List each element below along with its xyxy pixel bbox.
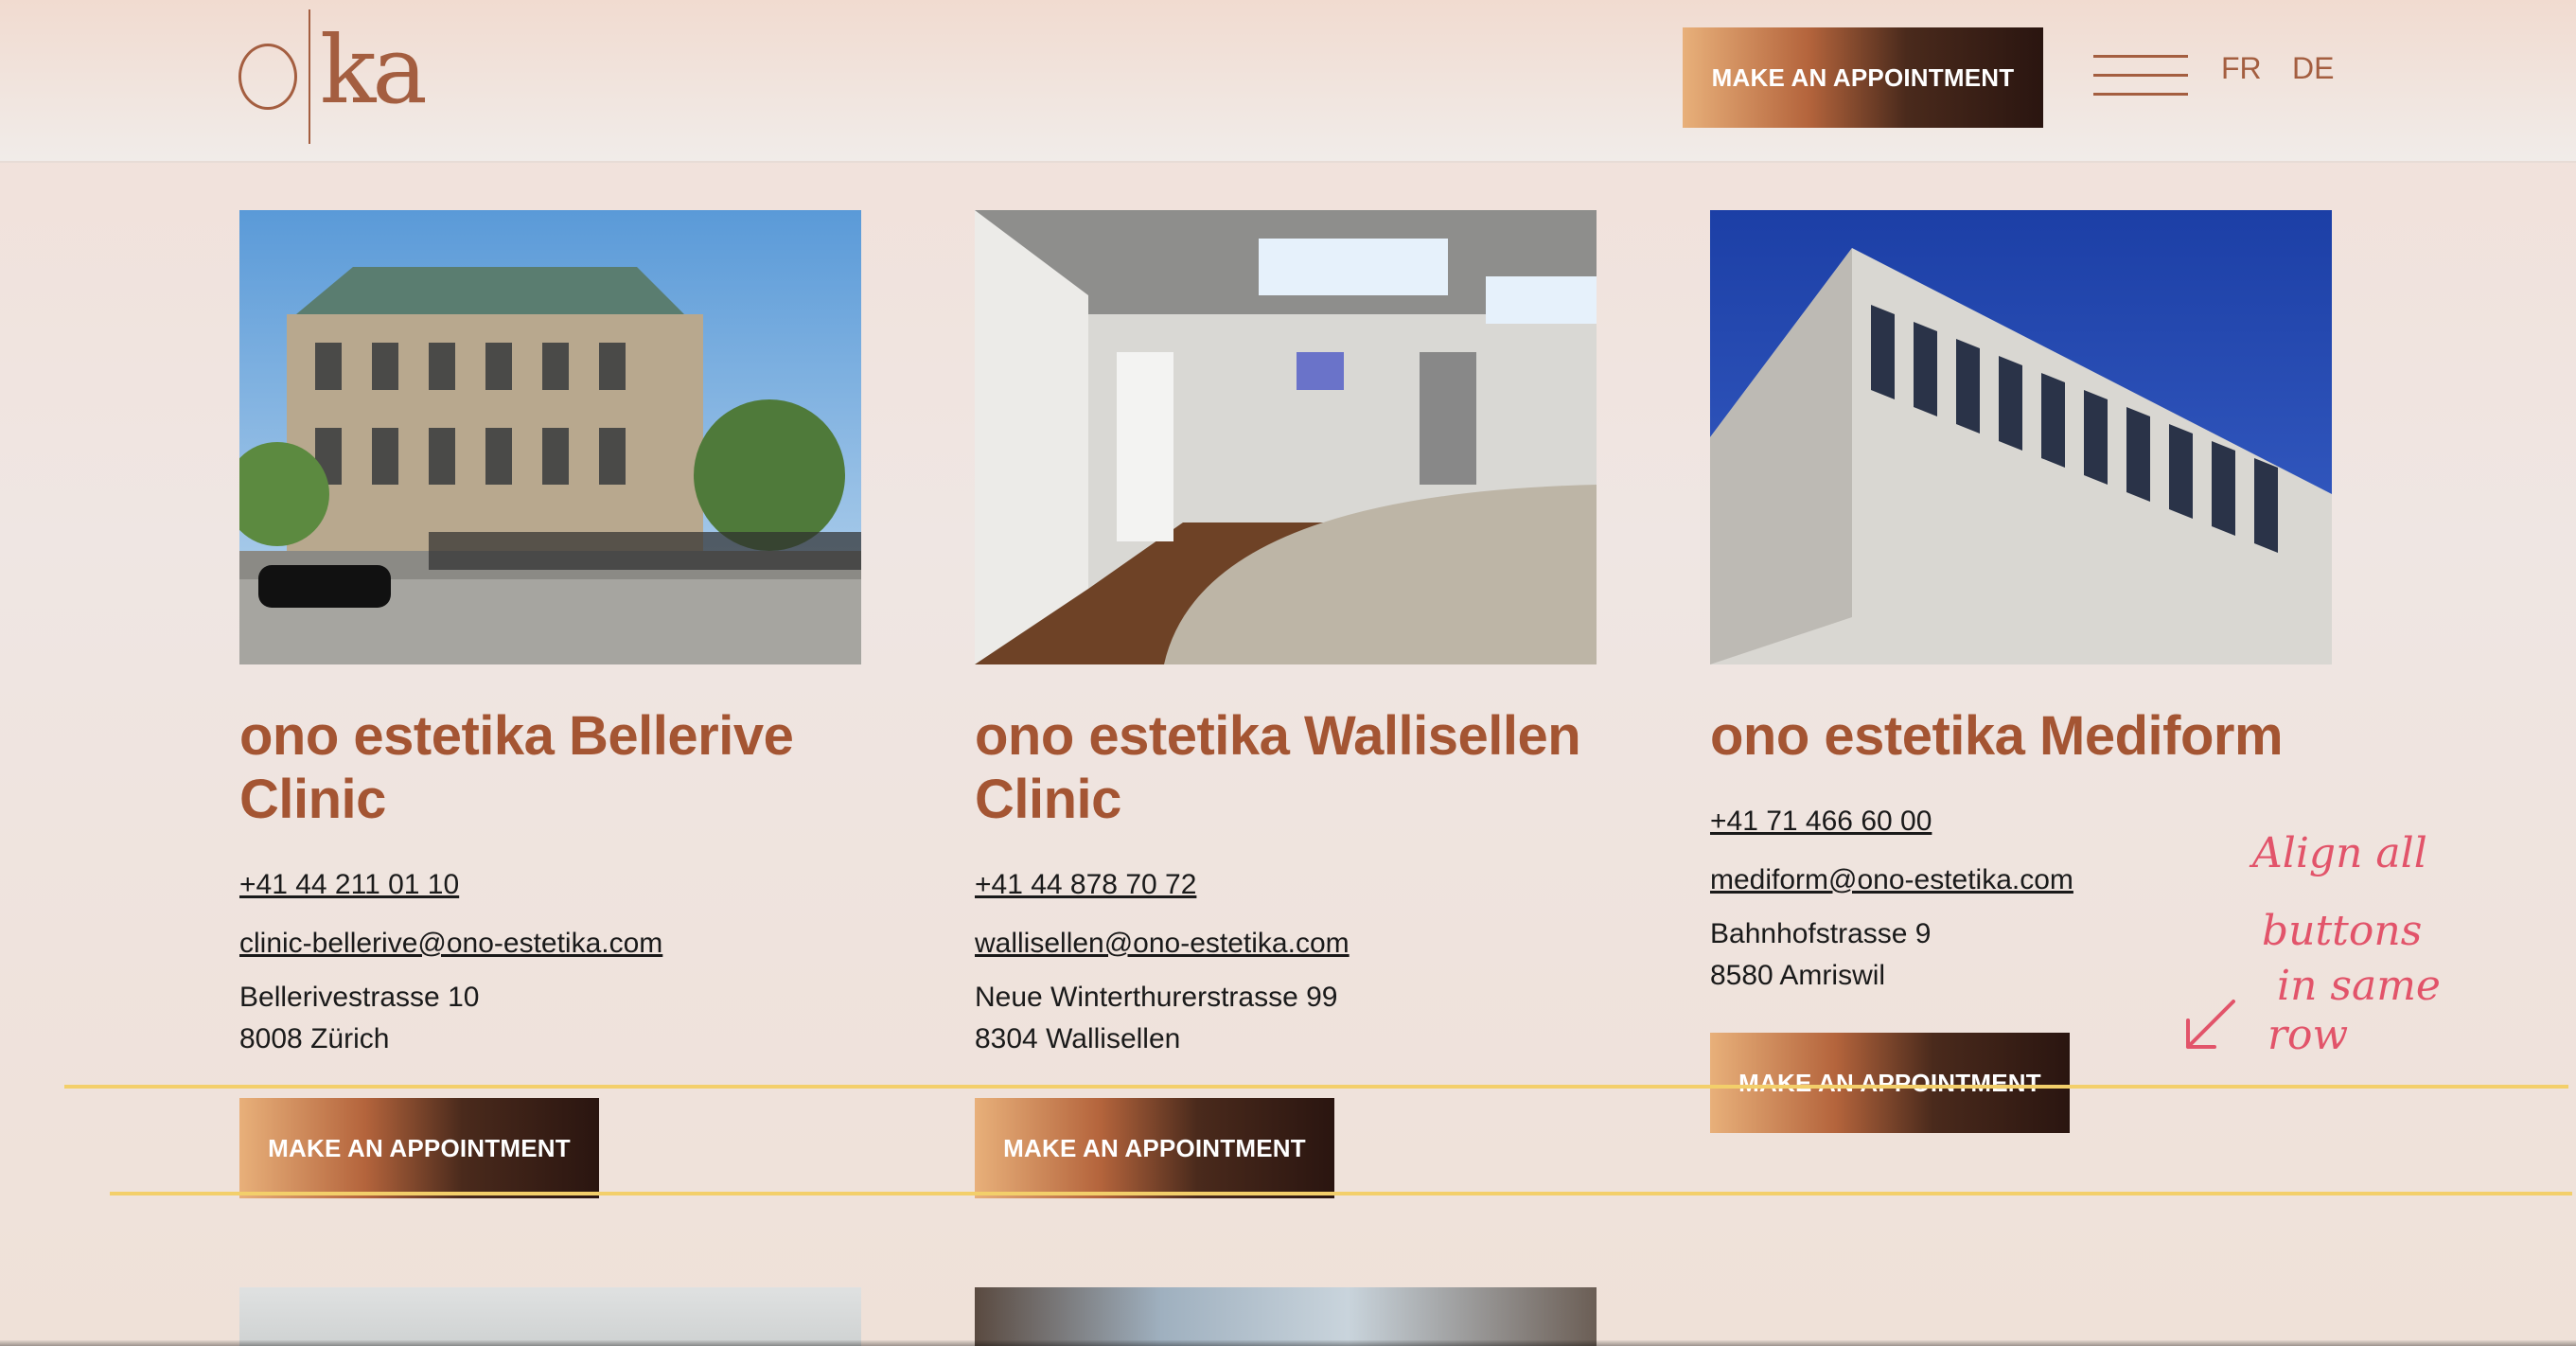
site-header: ka MAKE AN APPOINTMENT FR DE [0,0,2576,163]
clinic-appointment-button[interactable]: MAKE AN APPOINTMENT [239,1098,599,1198]
clinic-street: Neue Winterthurerstrasse 99 [975,982,1338,1013]
next-clinic-photo [975,1287,1597,1346]
clinic-address: Bahnhofstrasse 9 8580 Amriswil [1710,913,2332,997]
clinic-email-link[interactable]: mediform@ono-estetika.com [1710,862,2332,898]
clinic-city: 8580 Amriswil [1710,960,1886,991]
page-bottom-edge [0,1340,2576,1346]
clinic-phone-link[interactable]: +41 71 466 60 00 [1710,804,2332,840]
clinic-address: Bellerivestrasse 10 8008 Zürich [239,977,861,1060]
clinic-appointment-button[interactable]: MAKE AN APPOINTMENT [975,1098,1334,1198]
clinic-title: ono estetika Wallisellen Clinic [975,705,1581,830]
annotation-text: in same [2277,962,2441,1010]
clinic-phone-link[interactable]: +41 44 878 70 72 [975,867,1597,903]
header-appointment-button[interactable]: MAKE AN APPOINTMENT [1683,27,2043,128]
clinic-photo-mediform [1710,210,2332,664]
clinic-phone-link[interactable]: +41 44 211 01 10 [239,867,861,903]
clinic-photo-bellerive [239,210,861,664]
clinic-street: Bahnhofstrasse 9 [1710,918,1932,949]
clinic-title: ono estetika Mediform [1710,705,2284,767]
clinic-email-link[interactable]: clinic-bellerive@ono-estetika.com [239,926,861,962]
clinic-title: ono estetika Bellerive Clinic [239,705,794,830]
alignment-guide-line [64,1085,2568,1089]
annotation-arrow-icon [2186,1000,2235,1049]
menu-icon[interactable] [2093,55,2188,97]
oka-logo[interactable]: ka [238,9,428,144]
clinic-card-wallisellen: ono estetika Wallisellen Clinic +41 44 8… [975,210,1597,1198]
clinic-street: Bellerivestrasse 10 [239,982,480,1013]
clinic-email-link[interactable]: wallisellen@ono-estetika.com [975,926,1597,962]
lang-fr-link[interactable]: FR [2221,51,2262,86]
clinic-city: 8304 Wallisellen [975,1023,1181,1054]
lang-de-link[interactable]: DE [2292,51,2334,86]
annotation-text: row [2267,1011,2349,1059]
next-clinic-photo [239,1287,861,1346]
clinic-address: Neue Winterthurerstrasse 99 8304 Wallise… [975,977,1597,1060]
logo-ka: ka [320,17,428,125]
annotation-text: buttons [2262,907,2423,955]
logo-divider [309,9,310,144]
annotation-text: Align all [2252,829,2427,877]
clinic-city: 8008 Zürich [239,1023,390,1054]
logo-circle [238,44,297,110]
clinic-card-bellerive: ono estetika Bellerive Clinic +41 44 211… [239,210,861,1198]
clinic-photo-wallisellen [975,210,1597,664]
alignment-guide-line [110,1192,2572,1195]
clinic-appointment-button[interactable]: MAKE AN APPOINTMENT [1710,1033,2070,1133]
